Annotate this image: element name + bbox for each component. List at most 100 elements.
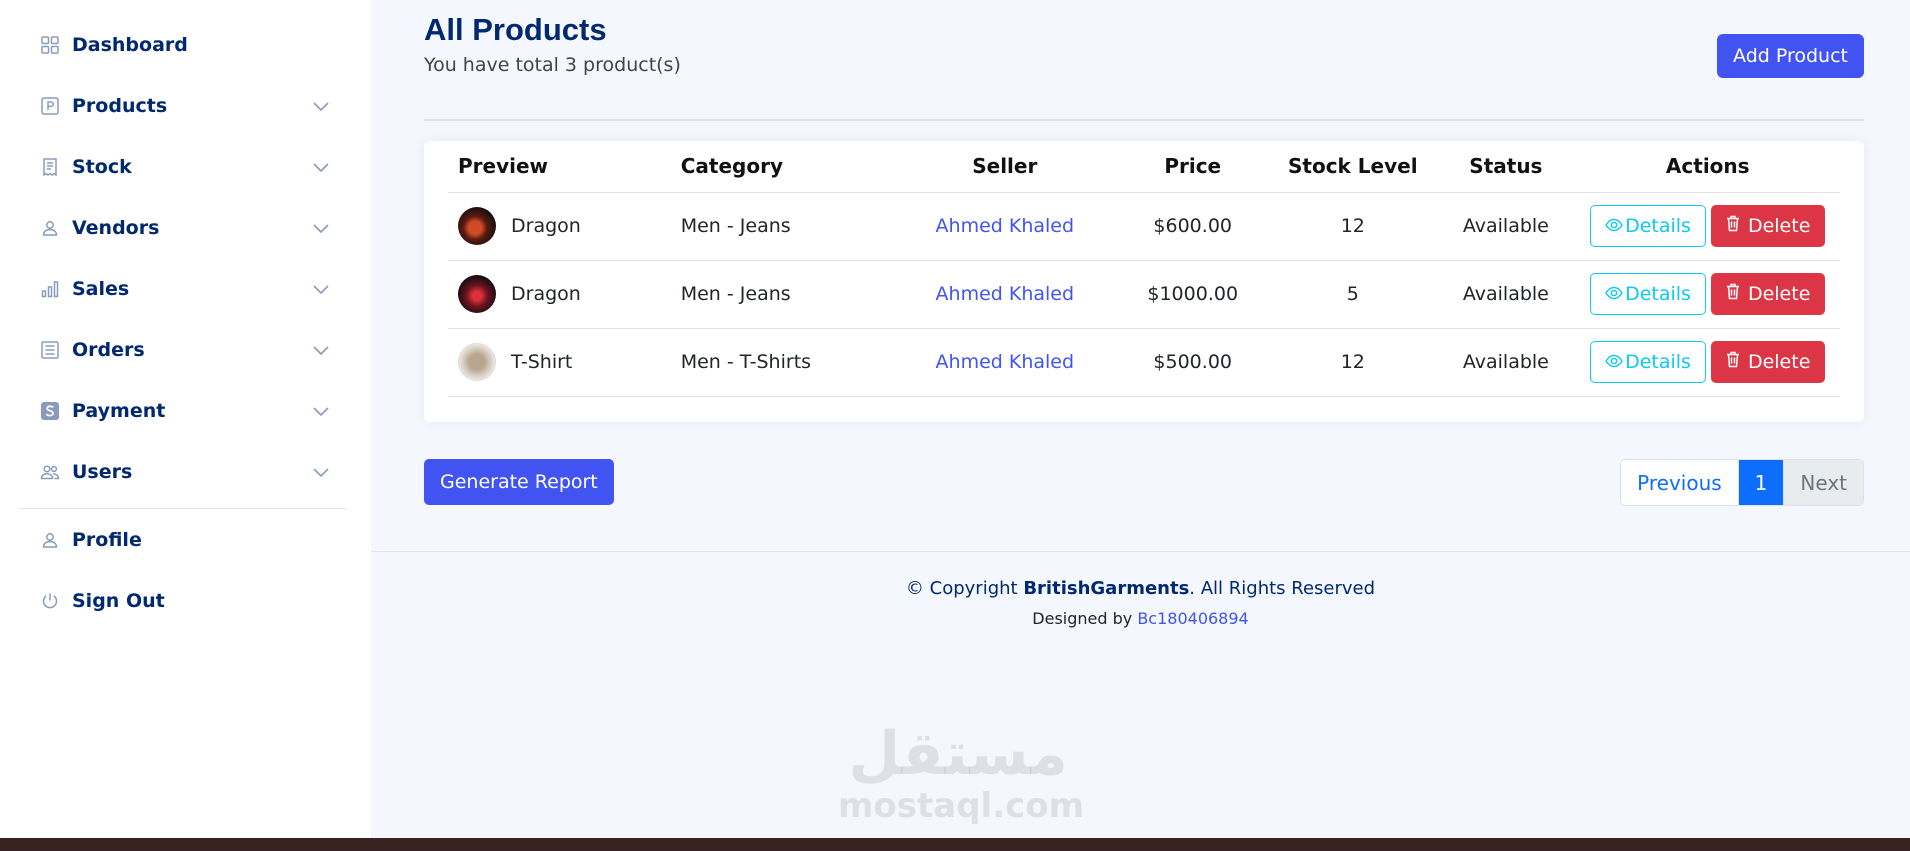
sidebar-item-products[interactable]: Products [0, 75, 371, 136]
details-button[interactable]: Details [1590, 273, 1706, 315]
page-header: All Products You have total 3 product(s) [424, 12, 681, 76]
window-bottom-edge [0, 838, 1910, 851]
seller-link[interactable]: Ahmed Khaled [936, 215, 1075, 237]
page-title: All Products [424, 12, 607, 47]
header-divider [424, 119, 1864, 121]
pagination-next[interactable]: Next [1784, 460, 1863, 505]
designer-link[interactable]: Bc180406894 [1137, 609, 1248, 628]
cell-status: Available [1436, 260, 1576, 329]
chevron-down-icon[interactable] [311, 340, 331, 360]
list-box-icon [40, 340, 60, 360]
cell-stock: 5 [1269, 260, 1437, 329]
app-window: Dashboard Products Stock Vendors Sales O… [0, 0, 1910, 838]
eye-icon [1605, 215, 1623, 237]
cell-seller: Ahmed Khaled [893, 328, 1117, 397]
copyright-suffix: . All Rights Reserved [1189, 578, 1376, 599]
sidebar-item-label: Sales [72, 277, 130, 300]
sidebar-item-label: Users [72, 460, 133, 483]
add-product-button[interactable]: Add Product [1717, 34, 1864, 78]
designed-prefix: Designed by [1032, 609, 1138, 628]
chevron-down-icon[interactable] [311, 157, 331, 177]
power-icon [40, 591, 60, 611]
product-name: Dragon [511, 283, 581, 305]
sidebar: Dashboard Products Stock Vendors Sales O… [0, 0, 371, 838]
p-box-icon [40, 96, 60, 116]
column-header-actions: Actions [1575, 141, 1840, 193]
product-name: Dragon [511, 215, 581, 237]
column-header-preview: Preview [448, 141, 671, 193]
details-label: Details [1625, 283, 1691, 305]
column-header-price: Price [1116, 141, 1270, 193]
delete-button[interactable]: Delete [1710, 273, 1826, 315]
pagination-previous[interactable]: Previous [1621, 460, 1739, 505]
cell-actions: Details Delete [1575, 260, 1840, 329]
pagination-page-current[interactable]: 1 [1738, 460, 1785, 505]
trash-icon [1726, 215, 1740, 237]
brand-name: BritishGarments [1023, 578, 1190, 599]
cell-seller: Ahmed Khaled [893, 192, 1117, 261]
table-header-row: Preview Category Seller Price Stock Leve… [448, 141, 1840, 193]
cell-preview: Dragon [448, 192, 671, 261]
sidebar-item-users[interactable]: Users [0, 441, 371, 502]
delete-button[interactable]: Delete [1710, 205, 1826, 247]
people-icon [40, 462, 60, 482]
details-label: Details [1625, 215, 1691, 237]
products-table: Preview Category Seller Price Stock Leve… [448, 141, 1840, 397]
cell-price: $1000.00 [1116, 260, 1270, 329]
column-header-seller: Seller [893, 141, 1117, 193]
sidebar-item-payment[interactable]: Payment [0, 380, 371, 441]
sidebar-item-label: Vendors [72, 216, 160, 239]
sidebar-item-label: Dashboard [72, 33, 188, 56]
designed-by-text: Designed by Bc180406894 [371, 609, 1910, 628]
chevron-down-icon[interactable] [311, 218, 331, 238]
sidebar-item-label: Orders [72, 338, 145, 361]
sidebar-item-orders[interactable]: Orders [0, 319, 371, 380]
receipt-icon [40, 157, 60, 177]
details-button[interactable]: Details [1590, 341, 1706, 383]
delete-button[interactable]: Delete [1710, 341, 1826, 383]
cell-preview: T-Shirt [448, 328, 671, 397]
delete-label: Delete [1747, 215, 1811, 237]
sidebar-item-stock[interactable]: Stock [0, 136, 371, 197]
trash-icon [1726, 283, 1740, 305]
product-name: T-Shirt [511, 351, 573, 373]
cell-seller: Ahmed Khaled [893, 260, 1117, 329]
sidebar-item-dashboard[interactable]: Dashboard [0, 14, 371, 75]
chevron-down-icon[interactable] [311, 279, 331, 299]
eye-icon [1605, 351, 1623, 373]
cell-status: Available [1436, 192, 1576, 261]
footer: © Copyright BritishGarments. All Rights … [371, 578, 1910, 628]
column-header-status: Status [1436, 141, 1576, 193]
details-button[interactable]: Details [1590, 205, 1706, 247]
pagination: Previous 1 Next [1620, 459, 1864, 506]
details-label: Details [1625, 351, 1691, 373]
cell-stock: 12 [1269, 328, 1437, 397]
delete-label: Delete [1747, 351, 1811, 373]
seller-link[interactable]: Ahmed Khaled [936, 283, 1075, 305]
person-icon [40, 530, 60, 550]
chevron-down-icon[interactable] [311, 96, 331, 116]
sidebar-item-label: Stock [72, 155, 132, 178]
table-row: Dragon Men - Jeans Ahmed Khaled $600.00 … [448, 192, 1840, 261]
product-thumbnail [458, 343, 496, 381]
watermark-logo: مستقل mostaql.com [838, 720, 1084, 824]
generate-report-button[interactable]: Generate Report [424, 459, 614, 505]
sidebar-item-label: Profile [72, 528, 142, 551]
cell-actions: Details Delete [1575, 328, 1840, 397]
cell-category: Men - T-Shirts [670, 328, 894, 397]
sidebar-item-profile[interactable]: Profile [0, 509, 371, 570]
sidebar-item-label: Payment [72, 399, 166, 422]
table-row: Dragon Men - Jeans Ahmed Khaled $1000.00… [448, 260, 1840, 329]
copyright-text: © Copyright BritishGarments. All Rights … [371, 578, 1910, 599]
sidebar-item-label: Products [72, 94, 168, 117]
sidebar-item-sign-out[interactable]: Sign Out [0, 570, 371, 631]
cell-category: Men - Jeans [670, 260, 894, 329]
seller-link[interactable]: Ahmed Khaled [936, 351, 1075, 373]
bar-chart-icon [40, 279, 60, 299]
sidebar-item-sales[interactable]: Sales [0, 258, 371, 319]
sidebar-item-vendors[interactable]: Vendors [0, 197, 371, 258]
cell-price: $600.00 [1116, 192, 1270, 261]
chevron-down-icon[interactable] [311, 401, 331, 421]
chevron-down-icon[interactable] [311, 462, 331, 482]
column-header-stock-level: Stock Level [1269, 141, 1437, 193]
